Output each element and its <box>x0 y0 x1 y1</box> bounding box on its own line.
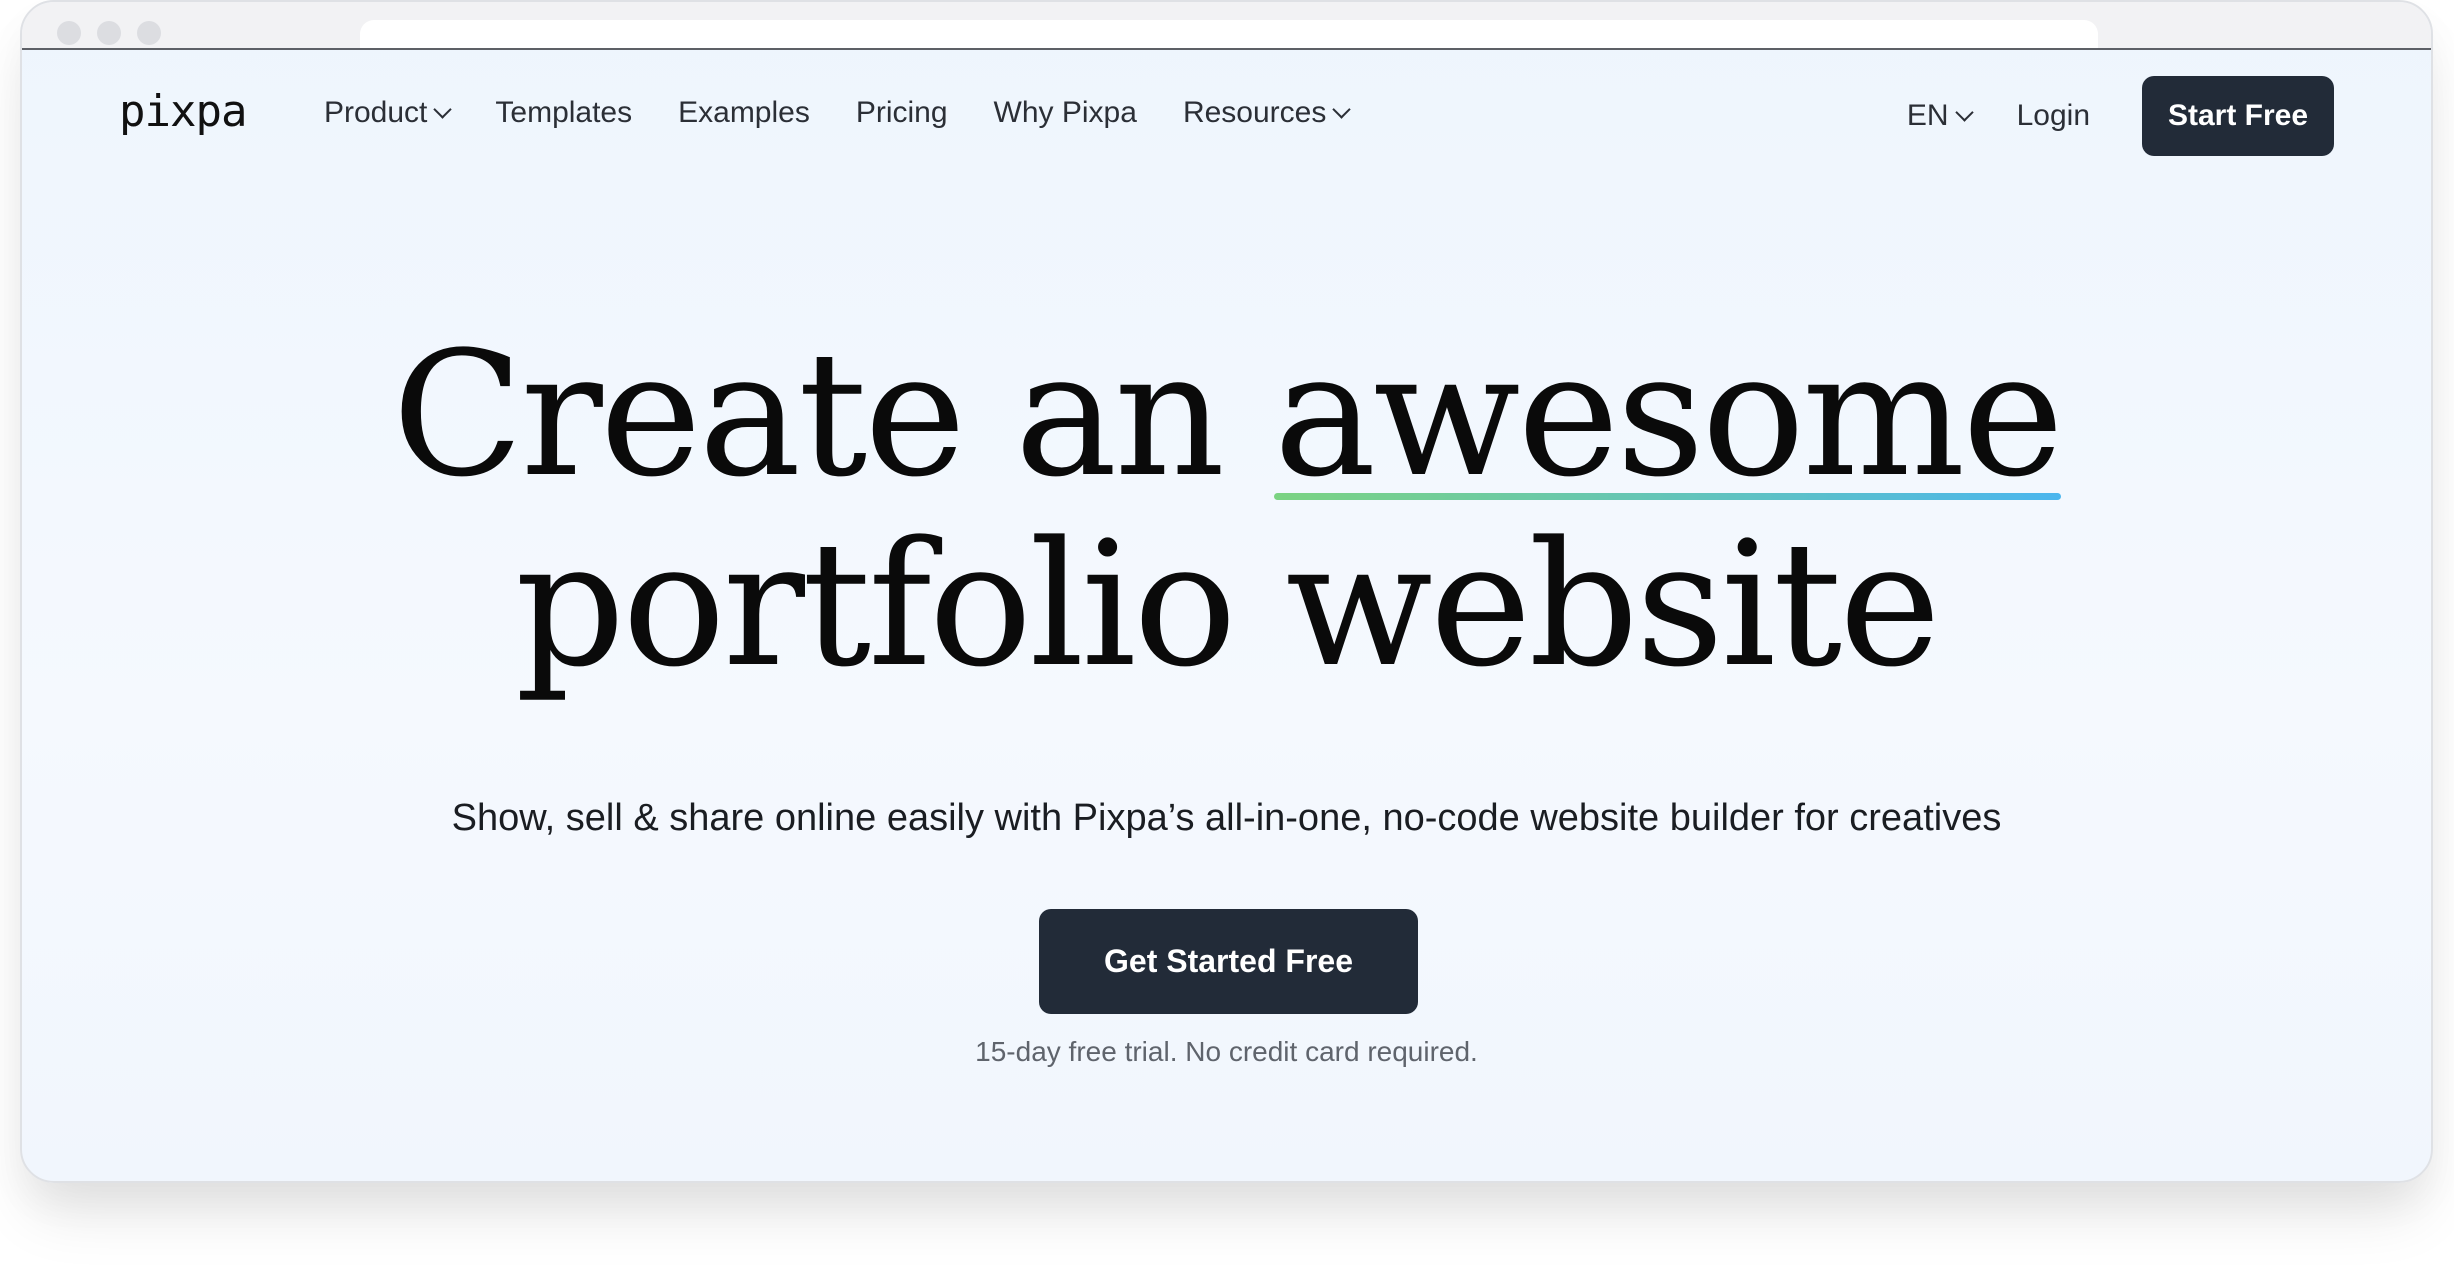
browser-window: pixpa Product Templates Examples Pricing… <box>20 0 2433 1183</box>
logo[interactable]: pixpa <box>119 86 247 137</box>
address-bar[interactable] <box>360 20 2098 48</box>
nav-item-label: Pricing <box>855 96 948 129</box>
chevron-down-icon <box>1332 99 1352 119</box>
site-header: pixpa Product Templates Examples Pricing… <box>22 50 2431 180</box>
hero-title-part1: Create an <box>392 314 1274 515</box>
nav-item-product[interactable]: Product <box>324 96 453 130</box>
nav-item-label: Examples <box>678 96 810 129</box>
get-started-button[interactable]: Get Started Free <box>1039 909 1418 1014</box>
window-maximize-button[interactable] <box>137 21 161 45</box>
language-selector[interactable]: EN <box>1906 99 1974 133</box>
nav-item-templates[interactable]: Templates <box>495 96 632 130</box>
trial-note: 15-day free trial. No credit card requir… <box>975 1036 1478 1067</box>
hero-subtitle: Show, sell & share online easily with Pi… <box>451 797 2002 839</box>
language-label: EN <box>1906 99 1949 132</box>
header-actions: EN Login Start Free <box>1907 76 2334 156</box>
nav-item-resources[interactable]: Resources <box>1182 96 1352 130</box>
nav-item-label: Product <box>324 96 428 129</box>
browser-chrome <box>22 2 2431 50</box>
nav-item-label: Templates <box>495 96 633 129</box>
window-minimize-button[interactable] <box>97 21 121 45</box>
nav-item-pricing[interactable]: Pricing <box>856 96 948 130</box>
main-nav: Product Templates Examples Pricing Why P… <box>324 96 1394 130</box>
nav-item-examples[interactable]: Examples <box>678 96 810 130</box>
hero-title-line2: portfolio website <box>515 504 1941 705</box>
login-link[interactable]: Login <box>2017 99 2090 133</box>
start-free-button[interactable]: Start Free <box>2142 76 2334 156</box>
nav-item-label: Why Pixpa <box>993 96 1137 129</box>
nav-item-label: Resources <box>1182 96 1327 129</box>
chevron-down-icon <box>1954 102 1974 122</box>
window-close-button[interactable] <box>57 21 81 45</box>
hero-title: Create an awesome portfolio website <box>22 320 2431 700</box>
chevron-down-icon <box>433 99 453 119</box>
nav-item-why-pixpa[interactable]: Why Pixpa <box>994 96 1137 130</box>
hero-title-highlight: awesome <box>1273 314 2064 515</box>
